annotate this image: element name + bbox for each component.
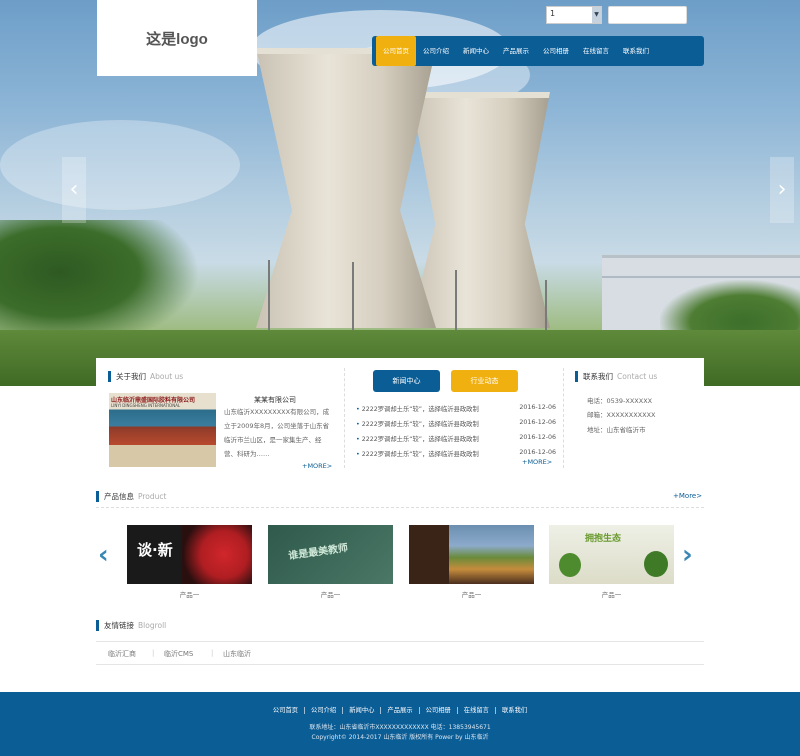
- news-item[interactable]: • 2222罗调却土乐“较”，选择临沂县政政制 2016-12-06: [356, 404, 556, 413]
- divider: |: [211, 649, 214, 657]
- contact-title: 联系我们 Contact us: [575, 371, 657, 382]
- products-next-button[interactable]: ›: [682, 540, 693, 570]
- about-text: 山东临沂XXXXXXXXX有限公司，成 立于2009年8月，公司坐落于山东省 临沂市…: [224, 408, 330, 458]
- cooling-tower-2: [410, 92, 550, 328]
- power-pylon: [268, 260, 270, 340]
- footer-nav: 公司首页 公司介绍 新闻中心 产品展示 公司相册 在线留言 联系我们: [0, 705, 800, 714]
- footer-link[interactable]: 在线留言: [456, 707, 495, 714]
- news-more-link[interactable]: +MORE>: [522, 458, 552, 466]
- about-image: 山东临沂鼎盛国际胶料有限公司 LINYI DINGSHENG INTERNATI…: [109, 393, 216, 467]
- contact-email: 邮箱：XXXXXXXXXXX: [587, 411, 656, 419]
- contact-address: 地址：山东省临沂市: [587, 426, 646, 434]
- logo[interactable]: 这是logo: [97, 0, 257, 76]
- product-image[interactable]: [409, 525, 534, 584]
- product-caption[interactable]: 产品一: [409, 589, 534, 599]
- language-select[interactable]: 1 ▼: [546, 6, 602, 24]
- friend-link[interactable]: 山东临沂: [223, 649, 251, 659]
- page: ‹ › 这是logo 1 ▼ 公司首页 公司介绍 新闻中心 产品展示 公司相册 …: [0, 0, 800, 756]
- nav-item-album[interactable]: 公司相册: [536, 36, 576, 66]
- product-caption[interactable]: 产品一: [268, 589, 393, 599]
- cooling-tower-1: [256, 48, 436, 328]
- language-select-value: 1: [550, 9, 556, 18]
- divider: [344, 368, 345, 468]
- tab-news[interactable]: 新闻中心: [373, 370, 440, 392]
- footer: 公司首页 公司介绍 新闻中心 产品展示 公司相册 在线留言 联系我们 联系地址：山东省临沂市…: [0, 692, 800, 756]
- product-image[interactable]: 谈·新: [127, 525, 252, 584]
- slider-next-button[interactable]: ›: [770, 157, 794, 223]
- friend-links-title: 友情链接 Blogroll: [96, 620, 166, 631]
- divider: [563, 368, 564, 468]
- nav-item-about[interactable]: 公司介绍: [416, 36, 456, 66]
- nav-item-home[interactable]: 公司首页: [376, 36, 416, 66]
- footer-copyright: Copyright© 2014-2017 山东临沂 版权所有 Power by …: [311, 734, 489, 741]
- nav-item-news[interactable]: 新闻中心: [456, 36, 496, 66]
- product-image[interactable]: 拥抱生态: [549, 525, 674, 584]
- product-caption[interactable]: 产品一: [549, 589, 674, 599]
- news-item[interactable]: • 2222罗调却土乐“较”，选择临沂县政政制 2016-12-06: [356, 434, 556, 443]
- main-nav: 公司首页 公司介绍 新闻中心 产品展示 公司相册 在线留言 联系我们: [372, 36, 704, 66]
- tab-industry[interactable]: 行业动态: [451, 370, 518, 392]
- chevron-down-icon: ▼: [592, 7, 601, 23]
- footer-link[interactable]: 公司相册: [418, 707, 457, 714]
- products-more-link[interactable]: +More>: [673, 492, 702, 500]
- footer-link[interactable]: 新闻中心: [342, 707, 381, 714]
- contact-phone: 电话：0539-XXXXXX: [587, 397, 653, 405]
- footer-link[interactable]: 联系我们: [494, 707, 534, 714]
- friend-link[interactable]: 临沂汇商: [108, 649, 136, 659]
- footer-link[interactable]: 产品展示: [380, 707, 419, 714]
- products-title: 产品信息 Product: [96, 491, 166, 502]
- products-prev-button[interactable]: ‹: [98, 540, 109, 570]
- cloud: [0, 120, 240, 210]
- slider-prev-button[interactable]: ‹: [62, 157, 86, 223]
- about-title: 关于我们 About us: [108, 371, 183, 382]
- logo-text: 这是logo: [146, 30, 208, 48]
- about-more-link[interactable]: +MORE>: [302, 462, 332, 470]
- divider: [96, 507, 704, 508]
- footer-link[interactable]: 公司介绍: [304, 707, 343, 714]
- nav-item-message[interactable]: 在线留言: [576, 36, 616, 66]
- product-image-text: 谁是最美教师: [287, 542, 349, 563]
- friend-link[interactable]: 临沂CMS: [164, 649, 193, 659]
- divider: [96, 664, 704, 665]
- product-image-text: 谈·新: [137, 541, 173, 559]
- about-image-sign-sub: LINYI DINGSHENG INTERNATIONAL: [111, 403, 181, 408]
- search-input[interactable]: [608, 6, 687, 24]
- product-image[interactable]: 谁是最美教师: [268, 525, 393, 584]
- news-item[interactable]: • 2222罗调却土乐“较”，选择临沂县政政制 2016-12-06: [356, 419, 556, 428]
- news-item[interactable]: • 2222罗调却土乐“较”，选择临沂县政政制 2016-12-06: [356, 449, 556, 458]
- nav-item-products[interactable]: 产品展示: [496, 36, 536, 66]
- divider: |: [152, 649, 155, 657]
- footer-link[interactable]: 公司首页: [267, 707, 304, 714]
- product-caption[interactable]: 产品一: [127, 589, 252, 599]
- power-pylon: [352, 262, 354, 340]
- divider: [96, 641, 704, 642]
- footer-address: 联系地址：山东省临沂市XXXXXXXXXXXXX 电话：13853945671: [309, 724, 491, 731]
- nav-item-contact[interactable]: 联系我们: [616, 36, 656, 66]
- product-image-text: 拥抱生态: [585, 534, 622, 544]
